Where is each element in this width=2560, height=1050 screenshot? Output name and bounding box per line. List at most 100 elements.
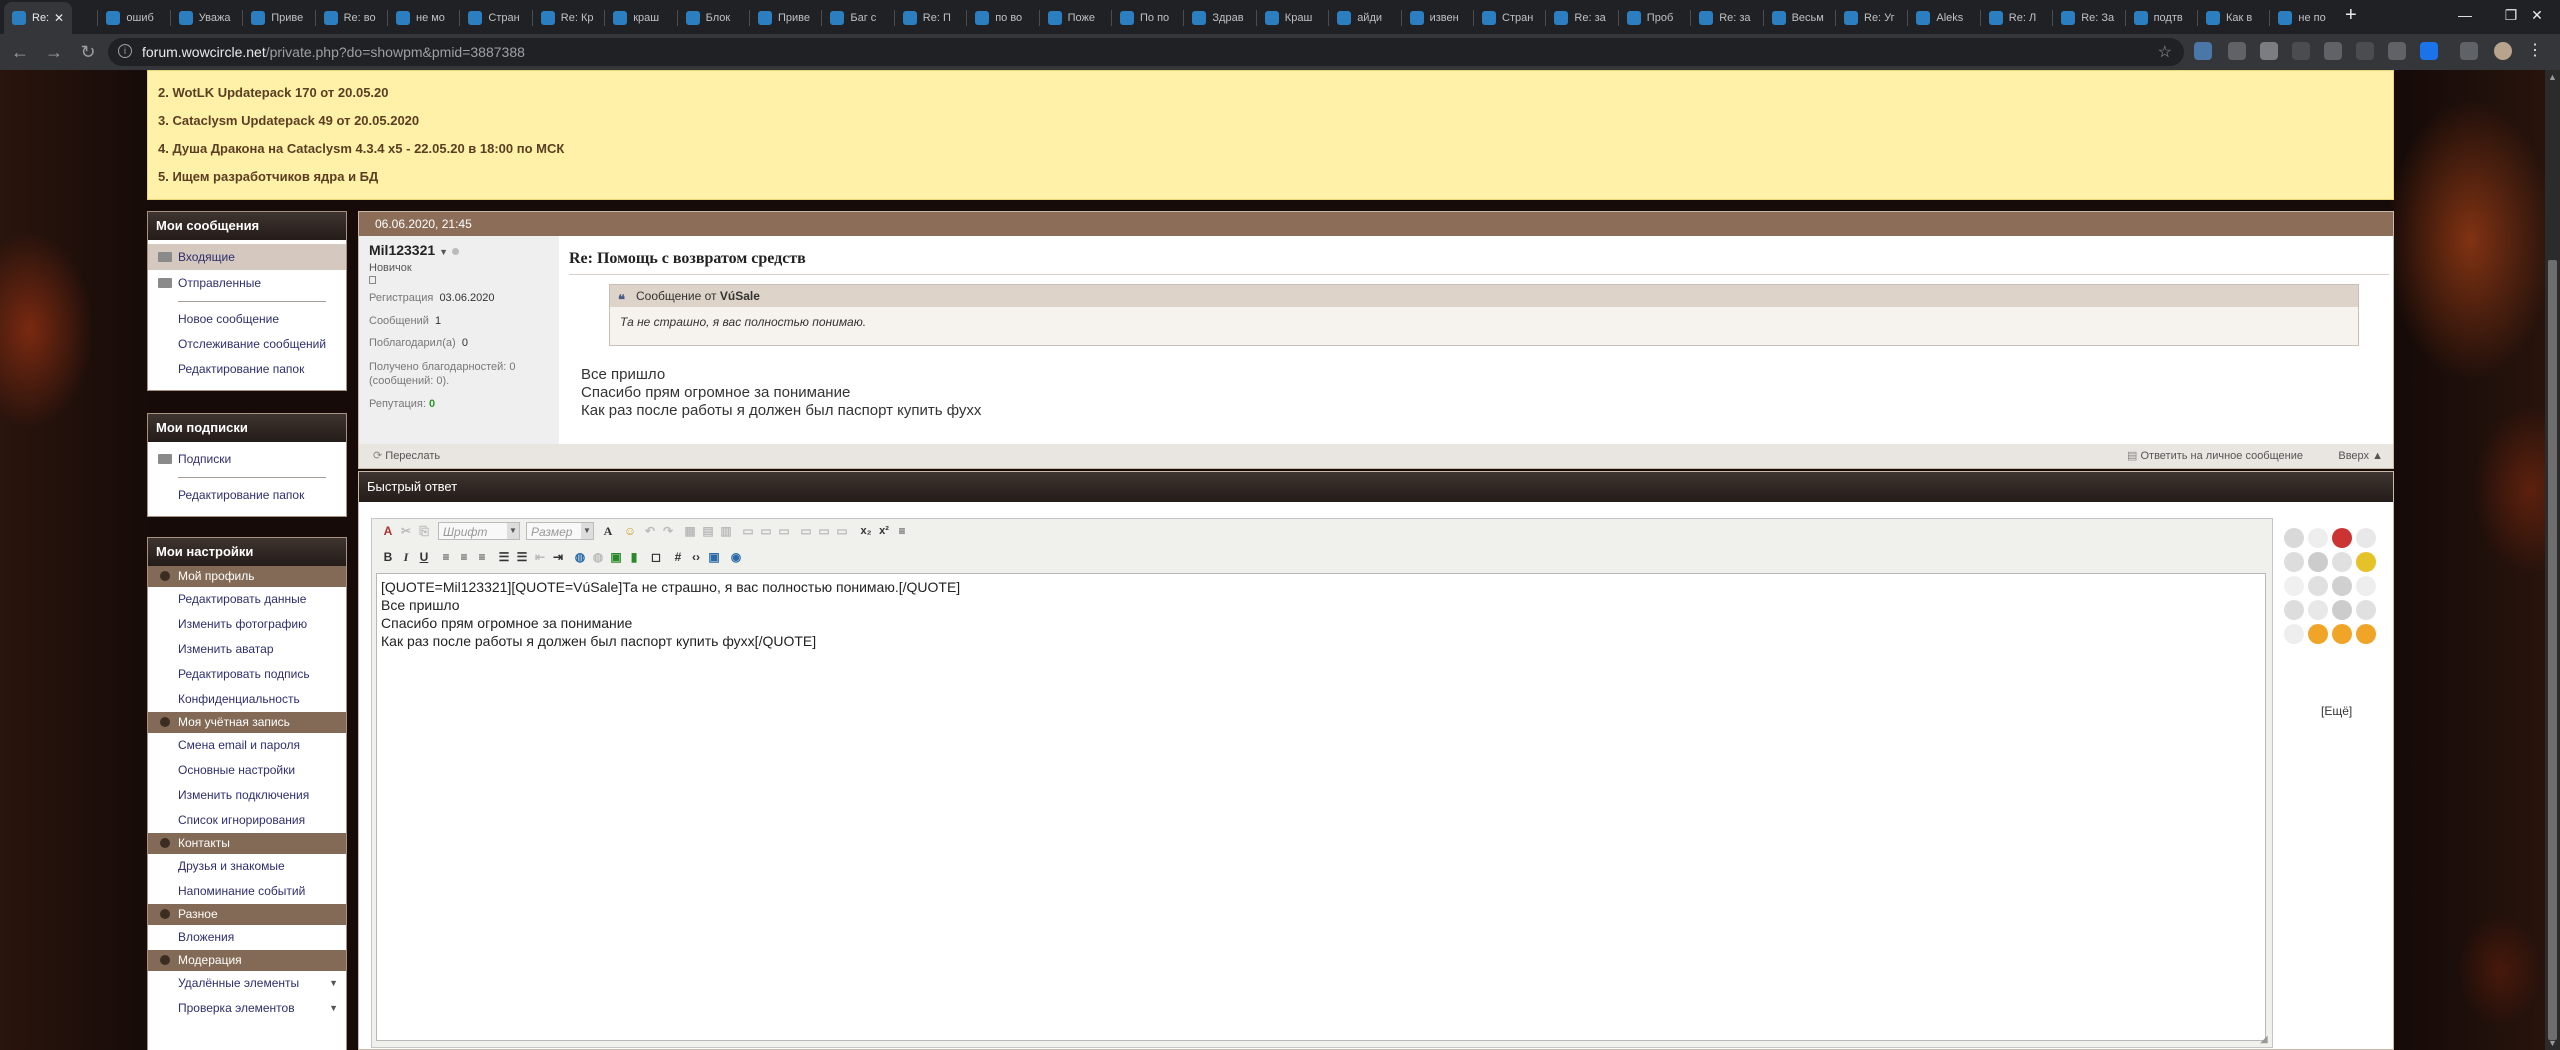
resize-handle-icon[interactable]: ◢ [2260, 1035, 2270, 1045]
close-window-button[interactable]: ✕ [2514, 0, 2560, 30]
browser-tab[interactable]: не мо [388, 2, 458, 34]
back-button[interactable]: ← [8, 42, 32, 63]
smiley-icon[interactable] [2284, 552, 2304, 572]
sidebar-link[interactable]: Проверка элементов ▼ [148, 996, 346, 1021]
browser-tab[interactable]: Поже [1040, 2, 1110, 34]
browser-tab[interactable]: Краш [1257, 2, 1327, 34]
browser-tab[interactable]: ошиб [98, 2, 168, 34]
sidebar-link[interactable]: Редактировать данные [148, 587, 346, 612]
browser-tab[interactable]: Баг с [822, 2, 892, 34]
smiley-icon[interactable] [2356, 528, 2376, 548]
shield-extension-icon[interactable] [2260, 42, 2278, 60]
spoiler-icon[interactable]: ◉ [728, 549, 744, 565]
table-row-icon[interactable]: ▤ [700, 523, 716, 539]
forward-button[interactable]: → [42, 42, 66, 63]
smiley-icon[interactable] [2284, 600, 2304, 620]
browser-tab[interactable]: Re: Л [1981, 2, 2051, 34]
sidebar-link-edit-folders[interactable]: Редактирование папок [148, 357, 346, 382]
smiley-icon[interactable] [2356, 576, 2376, 596]
page-scrollbar[interactable]: ▲ ▼ [2545, 70, 2560, 1050]
browser-menu-icon[interactable]: ⋮ [2526, 42, 2544, 60]
browser-tab[interactable]: Стран [1474, 2, 1544, 34]
text-color-icon[interactable]: A [600, 523, 616, 539]
browser-tab[interactable]: Приве [243, 2, 313, 34]
more-smilies-link[interactable]: [Ещё] [2321, 704, 2352, 718]
split-cells-icon[interactable]: ▭ [798, 523, 814, 539]
extension-icon-5[interactable] [2324, 42, 2342, 60]
sidebar-link-new-message[interactable]: Новое сообщение [148, 307, 346, 332]
cell-props-icon[interactable]: ▭ [834, 523, 850, 539]
browser-tab[interactable]: Здрав [1184, 2, 1254, 34]
table-props-icon[interactable]: ▭ [816, 523, 832, 539]
insert-row-icon[interactable]: ▭ [740, 523, 756, 539]
subscript-icon[interactable]: x₂ [858, 523, 874, 539]
announcement-line[interactable]: 3. Cataclysm Updatepack 49 от 20.05.2020 [158, 113, 419, 128]
sidebar-link-edit-folders[interactable]: Редактирование папок [148, 483, 346, 508]
smiley-icon[interactable]: ☺ [622, 523, 638, 539]
italic-icon[interactable]: I [398, 549, 414, 565]
sidebar-link[interactable]: Конфиденциальность [148, 687, 346, 712]
smiley-icon[interactable] [2356, 600, 2376, 620]
chevron-down-icon[interactable]: ▼ [329, 971, 338, 996]
browser-tab[interactable]: Весьм [1764, 2, 1834, 34]
smiley-icon[interactable] [2284, 528, 2304, 548]
address-bar[interactable]: i forum.wowcircle.net/private.php?do=sho… [108, 38, 2184, 66]
vk-extension-icon[interactable] [2194, 42, 2212, 60]
browser-tab[interactable]: Re: ✕ [4, 2, 72, 34]
browser-tab[interactable]: по во [967, 2, 1037, 34]
minimize-button[interactable]: — [2442, 0, 2488, 30]
browser-tab[interactable]: извен [1402, 2, 1472, 34]
profile-avatar[interactable] [2494, 42, 2512, 60]
sidebar-link[interactable]: Основные настройки [148, 758, 346, 783]
quote-author[interactable]: VúSale [720, 289, 760, 303]
bookmark-star-icon[interactable]: ☆ [2158, 42, 2172, 62]
merge-cells-icon[interactable]: ▭ [776, 523, 792, 539]
browser-tab[interactable]: Стран [460, 2, 530, 34]
browser-tab[interactable]: Блок [678, 2, 748, 34]
smiley-icon[interactable] [2308, 600, 2328, 620]
smiley-icon[interactable] [2332, 600, 2352, 620]
scroll-down-icon[interactable]: ▼ [2548, 1038, 2557, 1048]
smiley-icon[interactable] [2284, 624, 2304, 644]
announcement-line[interactable]: 2. WotLK Updatepack 170 от 20.05.20 [158, 85, 389, 100]
cut-icon[interactable]: ✂ [398, 523, 414, 539]
info-icon[interactable]: i [118, 44, 132, 58]
browser-tab[interactable]: Aleks [1908, 2, 1978, 34]
new-tab-button[interactable]: + [2345, 4, 2357, 27]
php-code-icon[interactable]: ▣ [706, 549, 722, 565]
browser-tab[interactable]: Re: За [2053, 2, 2123, 34]
sidebar-link[interactable]: Список игнорирования [148, 808, 346, 833]
sidebar-link[interactable]: Вложения [148, 925, 346, 950]
browser-tab[interactable]: Re: во [316, 2, 386, 34]
bullet-list-icon[interactable]: ☰ [514, 549, 530, 565]
scrollbar-thumb[interactable] [2548, 260, 2557, 1040]
tab-close-icon[interactable]: ✕ [54, 11, 64, 25]
browser-tab[interactable]: Re: П [895, 2, 965, 34]
smiley-icon[interactable] [2308, 576, 2328, 596]
extension-icon-7[interactable] [2388, 42, 2406, 60]
extension-icon-8[interactable] [2420, 42, 2438, 60]
browser-tab[interactable]: Re: Кр [533, 2, 603, 34]
align-right-icon[interactable]: ≡ [474, 549, 490, 565]
browser-tab[interactable]: Re: Уг [1836, 2, 1906, 34]
username[interactable]: Mil123321 ▼ [369, 242, 459, 258]
browser-tab[interactable]: краш [605, 2, 675, 34]
smiley-icon[interactable] [2284, 576, 2304, 596]
smiley-icon[interactable] [2332, 576, 2352, 596]
ordered-list-icon[interactable]: ☰ [496, 549, 512, 565]
sidebar-link-tracking[interactable]: Отслеживание сообщений [148, 332, 346, 357]
delete-row-icon[interactable]: ▭ [758, 523, 774, 539]
chevron-down-icon[interactable]: ▼ [439, 247, 448, 257]
sidebar-link[interactable]: Изменить подключения [148, 783, 346, 808]
scroll-up-icon[interactable]: ▲ [2548, 72, 2557, 82]
image-icon[interactable]: ▣ [608, 549, 624, 565]
chevron-down-icon[interactable]: ▼ [329, 996, 338, 1021]
sidebar-link[interactable]: Изменить аватар [148, 637, 346, 662]
video-icon[interactable]: ▮ [626, 549, 642, 565]
extension-icon-2[interactable] [2228, 42, 2246, 60]
sidebar-item-subscriptions[interactable]: Подписки [148, 446, 346, 472]
sidebar-item-sent[interactable]: Отправленные [148, 270, 346, 296]
align-left-icon[interactable]: ≡ [438, 549, 454, 565]
browser-tab[interactable]: Re: за [1691, 2, 1761, 34]
sidebar-link[interactable]: Друзья и знакомые [148, 854, 346, 879]
